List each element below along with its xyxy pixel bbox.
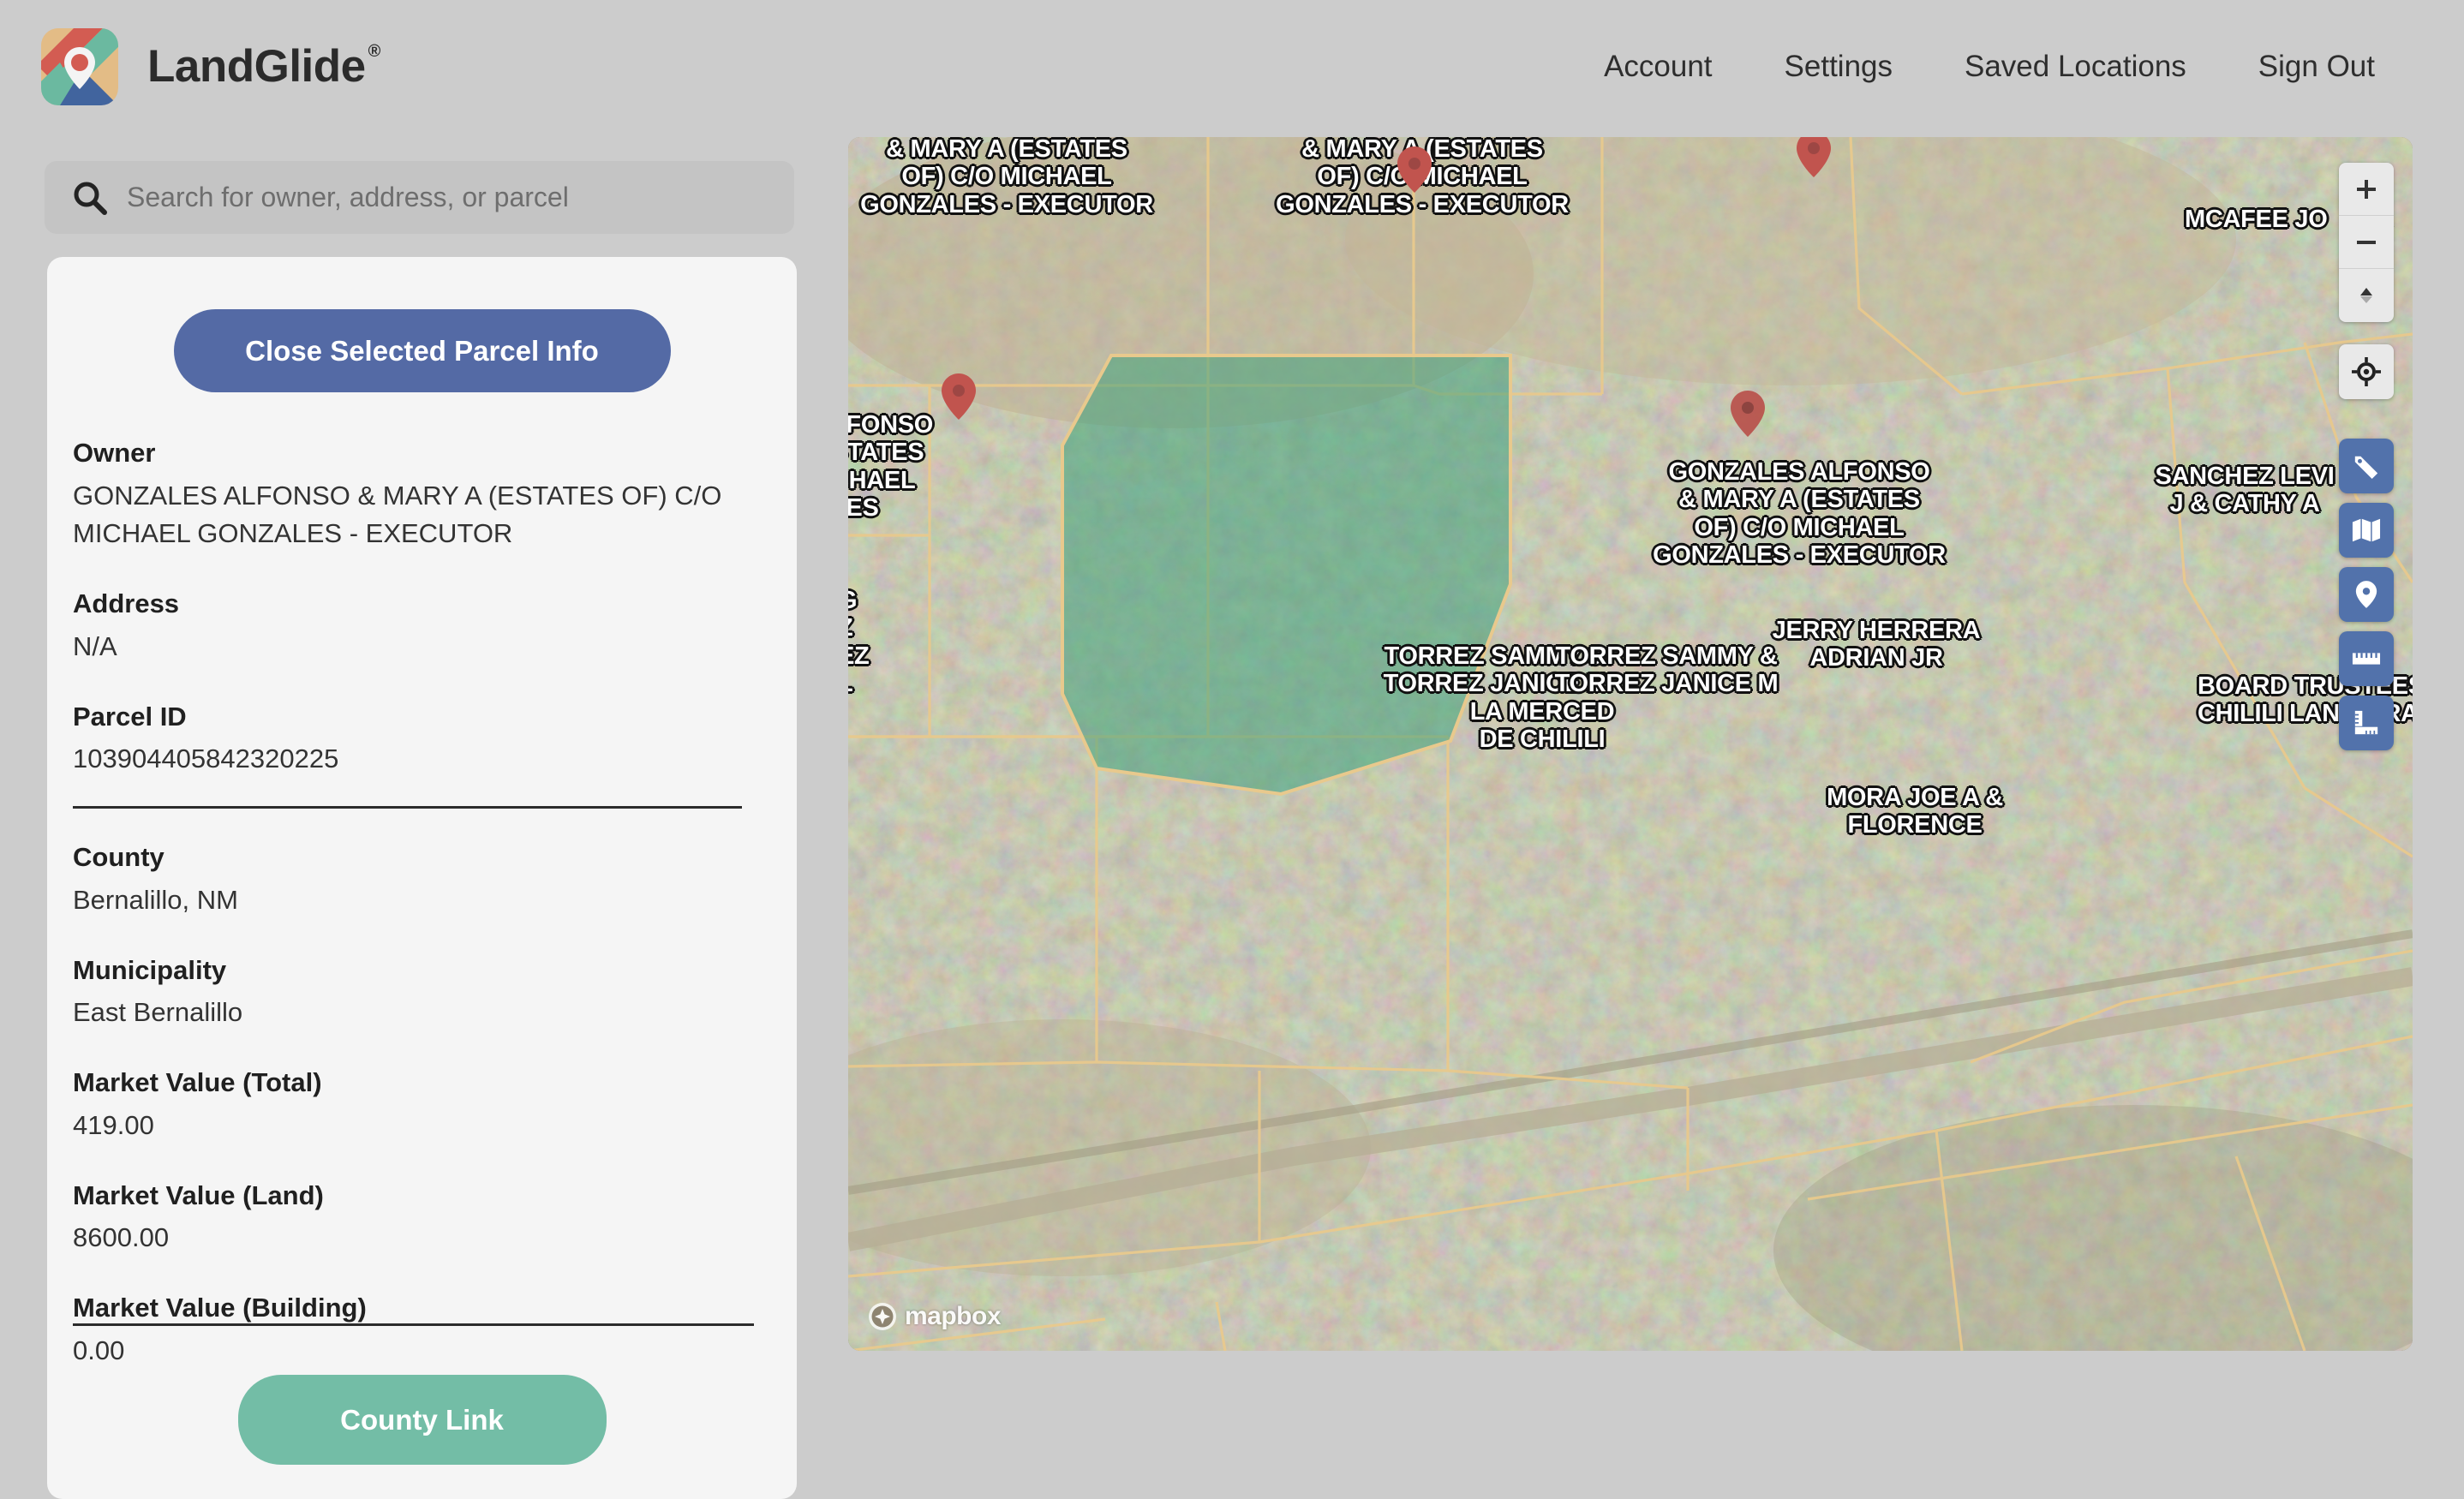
sidebar: Close Selected Parcel Info Owner GONZALE… [0,133,844,1391]
bottom-divider [73,1323,754,1326]
field-market-value-total-label: Market Value (Total) [73,1063,752,1103]
brand-name-text: LandGlide [147,40,366,93]
landglide-logo-icon [41,28,118,105]
nav-item-saved-locations[interactable]: Saved Locations [1929,43,2222,91]
field-market-value-building: Market Value (Building) 0.00 [73,1288,752,1370]
brand-name: LandGlide ® [147,40,380,93]
basemap-button[interactable] [2339,503,2394,558]
mapbox-attribution[interactable]: mapbox [867,1301,1001,1332]
spacer [73,1154,752,1176]
field-county-value: Bernalillo, NM [73,881,752,920]
app-header: LandGlide ® Account Settings Saved Locat… [0,0,2464,133]
county-link-button[interactable]: County Link [238,1375,607,1465]
map-icon [2352,517,2381,543]
spacer [73,1266,752,1288]
field-county-label: County [73,838,752,878]
map-pin-marker[interactable] [941,373,977,421]
field-owner-label: Owner [73,433,752,474]
field-county: County Bernalillo, NM [73,838,752,919]
map-pin-marker[interactable] [1796,137,1832,178]
field-parcel-id: Parcel ID 103904405842320225 [73,697,752,779]
ruler-diagonal-icon [2353,709,2380,737]
compass-icon [2353,283,2379,308]
field-owner: Owner GONZALES ALFONSO & MARY A (ESTATES… [73,433,752,553]
parcel-fields: Owner GONZALES ALFONSO & MARY A (ESTATES… [47,392,797,1370]
nav-item-settings[interactable]: Settings [1749,43,1929,91]
field-address-value: N/A [73,628,752,666]
search-bar[interactable] [45,161,794,234]
field-market-value-land-label: Market Value (Land) [73,1176,752,1216]
spacer [73,675,752,697]
selected-parcel-overlay [848,137,2413,1351]
section-divider [73,806,742,809]
measure-distance-button[interactable] [2339,696,2394,750]
brand: LandGlide ® [41,28,380,105]
search-input[interactable] [127,182,761,213]
map-pin-marker[interactable] [1396,146,1432,194]
field-parcel-id-value: 103904405842320225 [73,740,752,779]
field-municipality-label: Municipality [73,951,752,991]
field-parcel-id-label: Parcel ID [73,697,752,738]
spacer [73,562,752,584]
locate-button[interactable] [2339,344,2394,399]
field-municipality-value: East Bernalillo [73,994,752,1032]
ruler-icon [2352,649,2381,668]
zoom-controls[interactable] [2339,163,2394,322]
field-address-label: Address [73,584,752,624]
spacer [73,929,752,951]
zoom-in-button[interactable] [2339,163,2394,216]
map-pin-marker-selected[interactable] [1730,390,1766,438]
close-selected-parcel-info-button[interactable]: Close Selected Parcel Info [174,309,671,392]
field-address: Address N/A [73,584,752,666]
compass-button[interactable] [2339,269,2394,322]
registered-mark: ® [368,42,380,62]
minus-icon [2353,230,2379,255]
tag-icon [2353,452,2380,480]
field-owner-value: GONZALES ALFONSO & MARY A (ESTATES OF) C… [73,477,752,554]
parcel-info-panel: Close Selected Parcel Info Owner GONZALE… [47,257,797,1499]
field-municipality: Municipality East Bernalillo [73,951,752,1032]
field-market-value-total: Market Value (Total) 419.00 [73,1063,752,1144]
field-market-value-land: Market Value (Land) 8600.00 [73,1176,752,1257]
field-market-value-building-label: Market Value (Building) [73,1288,752,1329]
spacer [73,1041,752,1063]
field-market-value-land-value: 8600.00 [73,1219,752,1257]
plus-icon [2353,176,2379,202]
map-view[interactable]: & MARY A (ESTATES OF) C/O MICHAEL GONZAL… [848,137,2413,1351]
labels-toggle-button[interactable] [2339,439,2394,493]
zoom-out-button[interactable] [2339,216,2394,269]
mapbox-label: mapbox [905,1302,1001,1331]
crosshair-icon [2352,357,2381,386]
measure-area-button[interactable] [2339,631,2394,686]
nav-item-sign-out[interactable]: Sign Out [2222,43,2411,91]
search-icon [72,180,108,216]
pin-icon [2354,580,2378,609]
field-market-value-building-value: 0.00 [73,1332,752,1371]
main-navigation: Account Settings Saved Locations Sign Ou… [1568,43,2411,91]
nav-item-account[interactable]: Account [1568,43,1748,91]
field-market-value-total-value: 419.00 [73,1107,752,1145]
pin-button[interactable] [2339,567,2394,622]
mapbox-logo-icon [867,1301,898,1332]
